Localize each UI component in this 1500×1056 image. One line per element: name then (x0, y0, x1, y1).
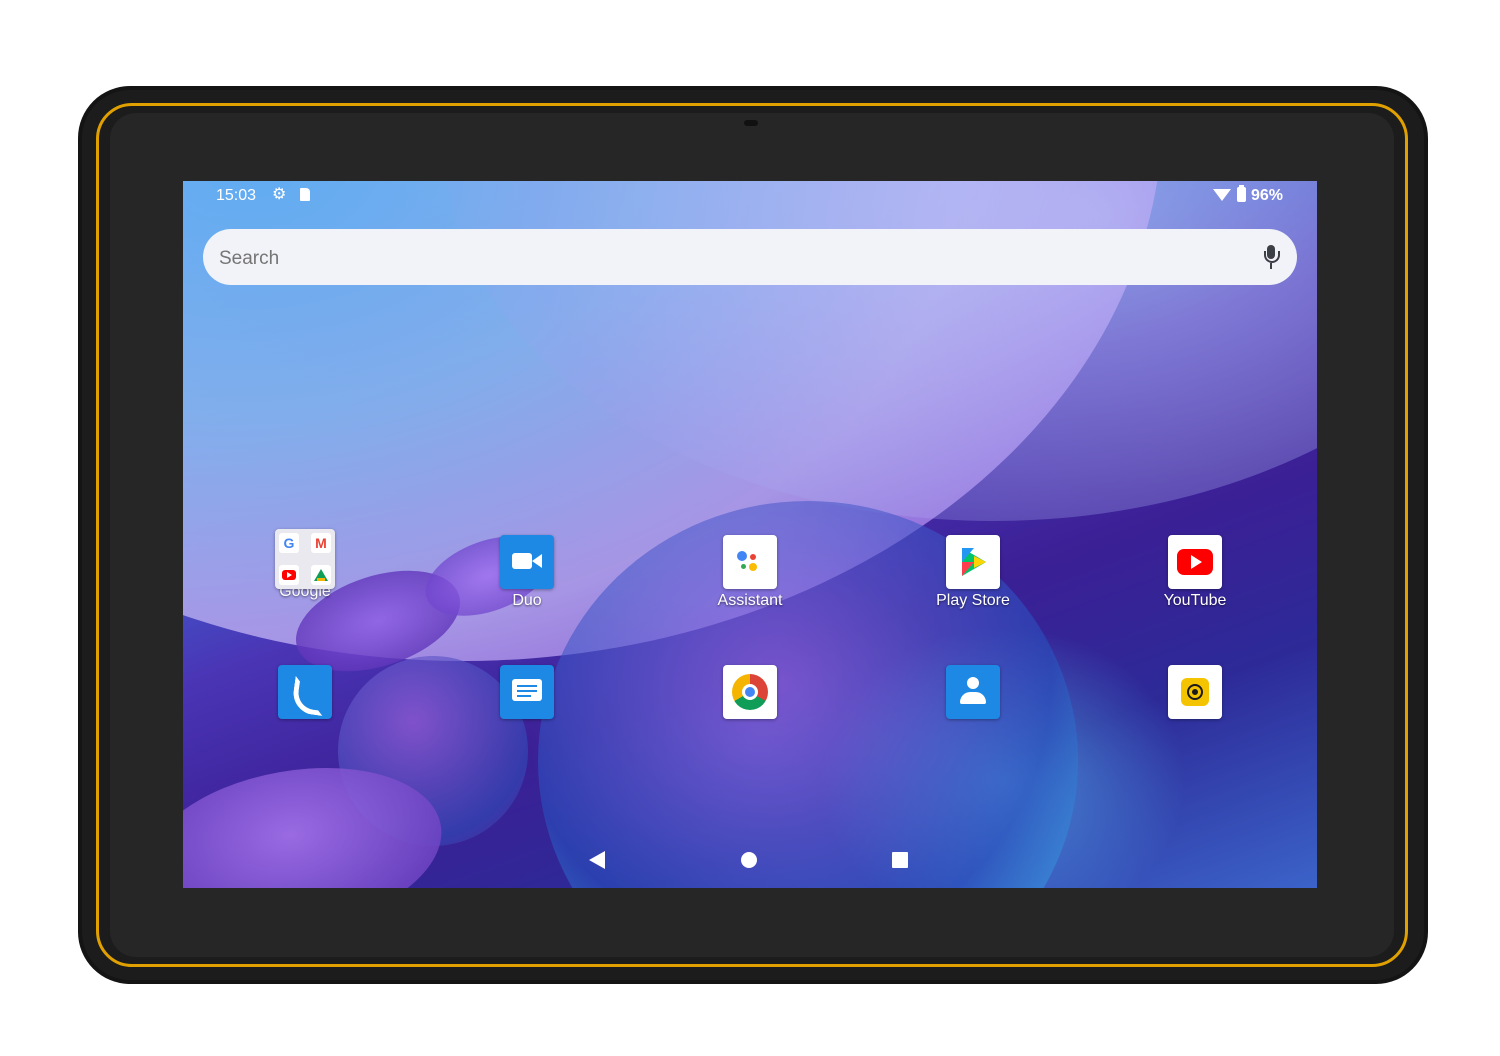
status-bar[interactable]: 15:03 ⚙ 96% (183, 181, 1317, 211)
status-time: 15:03 (216, 187, 257, 204)
app-label: Assistant (717, 592, 783, 609)
wifi-icon (1213, 189, 1231, 201)
app-camera[interactable] (1135, 665, 1255, 719)
app-play-store[interactable]: Play Store (913, 535, 1033, 610)
app-duo[interactable]: Duo (467, 535, 587, 610)
app-youtube[interactable]: YouTube (1135, 535, 1255, 610)
drive-icon (311, 565, 331, 585)
sd-card-icon (300, 188, 310, 201)
app-label: Duo (512, 592, 542, 609)
app-messages[interactable] (467, 665, 587, 719)
app-assistant[interactable]: Assistant (690, 535, 810, 610)
google-g-icon: G (279, 533, 299, 553)
recents-icon[interactable] (892, 852, 908, 868)
app-label: Play Store (936, 592, 1010, 609)
search-input[interactable] (217, 247, 1121, 271)
front-camera (744, 120, 758, 126)
battery-icon (1237, 185, 1246, 202)
battery-percent: 96% (1251, 187, 1284, 204)
play-store-icon (946, 535, 1000, 589)
youtube-icon (1168, 535, 1222, 589)
mic-icon[interactable] (1264, 245, 1280, 269)
messages-icon (500, 665, 554, 719)
gear-icon: ⚙ (272, 186, 287, 203)
gmail-icon: M (311, 533, 331, 553)
phone-icon (278, 665, 332, 719)
app-google-folder[interactable]: G M Google (245, 529, 365, 601)
assistant-icon (723, 535, 777, 589)
app-phone[interactable] (245, 665, 365, 719)
camera-icon (1168, 665, 1222, 719)
app-contacts[interactable] (913, 665, 1033, 719)
home-screen: 15:03 ⚙ 96% G M Google (183, 181, 1317, 888)
app-label: YouTube (1163, 592, 1227, 609)
search-bar[interactable] (203, 229, 1297, 285)
home-icon[interactable] (741, 852, 757, 868)
app-chrome[interactable] (690, 665, 810, 719)
back-icon[interactable] (589, 851, 605, 869)
google-folder-icon: G M (275, 529, 335, 589)
chrome-icon (723, 665, 777, 719)
youtube-mini-icon (279, 565, 299, 585)
contacts-icon (946, 665, 1000, 719)
duo-video-icon (500, 535, 554, 589)
